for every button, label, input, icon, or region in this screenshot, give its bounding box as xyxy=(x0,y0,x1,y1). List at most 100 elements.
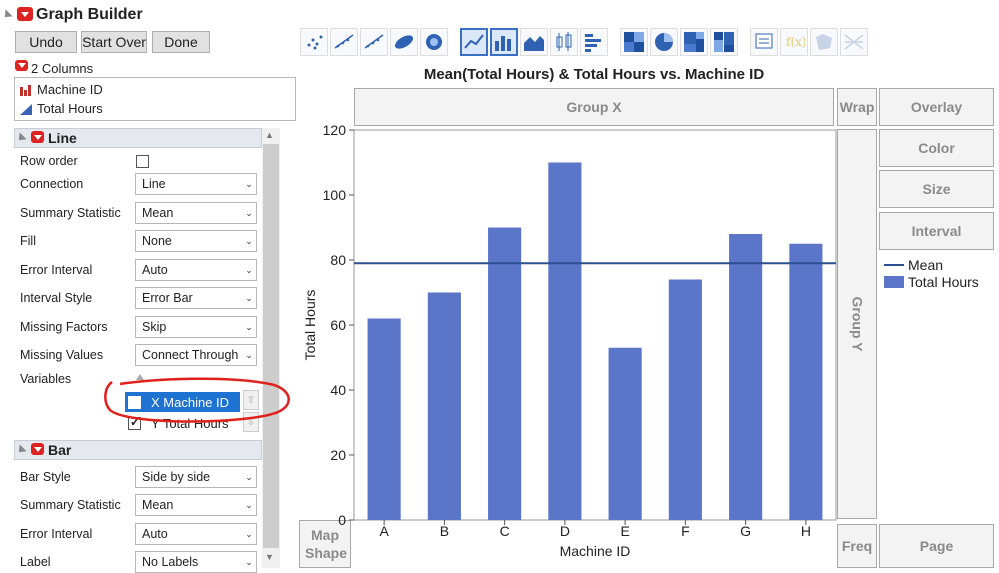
box-plot-icon[interactable] xyxy=(550,28,578,56)
line-of-fit-icon[interactable] xyxy=(360,28,388,56)
collapse-triangle-icon[interactable] xyxy=(15,444,27,456)
chevron-down-icon: ⌄ xyxy=(245,264,253,275)
y-tick-label: 0 xyxy=(338,512,346,528)
summary-statistic-select[interactable]: Mean ⌄ xyxy=(135,202,257,224)
line-panel-header[interactable]: Line xyxy=(14,128,262,148)
plot-area xyxy=(353,129,837,521)
freq-zone[interactable]: Freq xyxy=(837,524,877,568)
x-tick-label: E xyxy=(620,523,629,539)
bar-b xyxy=(427,292,461,520)
legend-bar-swatch xyxy=(884,275,904,288)
chevron-down-icon: ⌄ xyxy=(245,292,253,303)
color-zone[interactable]: Color xyxy=(879,129,994,167)
formula-icon[interactable]: f(x) xyxy=(780,28,808,56)
smoother-icon[interactable] xyxy=(330,28,358,56)
red-menu-icon[interactable] xyxy=(17,7,33,21)
columns-header: 2 Columns xyxy=(31,61,94,76)
line-panel-title: Line xyxy=(48,130,77,146)
x-tick-label: B xyxy=(440,523,449,539)
bar-g xyxy=(729,234,763,520)
line-icon[interactable] xyxy=(460,28,488,56)
missing-factors-label: Missing Factors xyxy=(20,320,108,334)
collapse-triangle-icon[interactable] xyxy=(15,132,27,144)
parallel-icon[interactable] xyxy=(840,28,868,56)
error-interval-label: Error Interval xyxy=(20,263,93,277)
error-interval-select[interactable]: Auto ⌄ xyxy=(135,259,257,281)
wrap-zone[interactable]: Wrap xyxy=(837,88,877,126)
chart-title: Mean(Total Hours) & Total Hours vs. Mach… xyxy=(423,66,765,83)
missing-values-select[interactable]: Connect Through ⌄ xyxy=(135,344,257,366)
columns-list: Machine ID Total Hours xyxy=(14,77,296,121)
bar-c xyxy=(488,227,522,520)
row-order-label: Row order xyxy=(20,154,78,168)
red-annotation-circle xyxy=(104,377,290,423)
column-item[interactable]: Total Hours xyxy=(19,101,103,116)
bar-chart: 0 20 40 60 80 100 120 A B C D E F G H Machine ID Total H… xyxy=(302,122,837,559)
ellipse-icon[interactable] xyxy=(390,28,418,56)
row-order-checkbox[interactable] xyxy=(136,155,149,168)
group-y-zone[interactable]: Group Y xyxy=(837,129,877,519)
interval-style-select[interactable]: Error Bar ⌄ xyxy=(135,287,257,309)
x-tick-label: H xyxy=(801,523,811,539)
bar-f xyxy=(668,279,702,520)
start-over-button[interactable]: Start Over xyxy=(81,31,147,53)
caption-box-icon[interactable] xyxy=(750,28,778,56)
nominal-bar-icon xyxy=(20,84,31,96)
points-icon[interactable] xyxy=(300,28,328,56)
app-title: Graph Builder xyxy=(36,6,143,23)
bar-summary-statistic-select[interactable]: Mean ⌄ xyxy=(135,494,257,516)
options-scrollbar[interactable]: ▲ ▼ xyxy=(262,128,280,568)
legend-item-total-hours: Total Hours xyxy=(884,273,979,290)
x-tick-label: C xyxy=(500,523,510,539)
missing-values-label: Missing Values xyxy=(20,348,104,362)
size-zone[interactable]: Size xyxy=(879,170,994,208)
overlay-zone[interactable]: Overlay xyxy=(879,88,994,126)
treemap-icon[interactable] xyxy=(680,28,708,56)
area-icon[interactable] xyxy=(520,28,548,56)
done-button[interactable]: Done xyxy=(152,31,210,53)
scrollbar-thumb[interactable] xyxy=(263,144,279,548)
chevron-down-icon: ⌄ xyxy=(245,235,253,246)
interval-zone[interactable]: Interval xyxy=(879,212,994,250)
legend-line-swatch xyxy=(884,263,904,266)
red-menu-icon[interactable] xyxy=(31,131,44,143)
svg-text:f(x): f(x) xyxy=(786,35,805,49)
page-zone[interactable]: Page xyxy=(879,524,994,568)
x-tick-label: F xyxy=(681,523,690,539)
bar-error-interval-label: Error Interval xyxy=(20,527,93,541)
bar-h xyxy=(789,243,823,520)
map-shapes-icon[interactable] xyxy=(810,28,838,56)
missing-factors-select[interactable]: Skip ⌄ xyxy=(135,316,257,338)
chevron-down-icon: ⌄ xyxy=(245,178,253,189)
chevron-down-icon: ⌄ xyxy=(245,528,253,539)
y-tick-label: 120 xyxy=(323,122,347,138)
histogram-icon[interactable] xyxy=(580,28,608,56)
undo-button[interactable]: Undo xyxy=(15,31,77,53)
heatmap-icon[interactable] xyxy=(620,28,648,56)
y-tick-label: 80 xyxy=(330,252,346,268)
bar-summary-statistic-label: Summary Statistic xyxy=(20,498,121,512)
bar-a xyxy=(367,318,401,520)
chevron-down-icon: ⌄ xyxy=(245,207,253,218)
pie-icon[interactable] xyxy=(650,28,678,56)
column-item[interactable]: Machine ID xyxy=(19,82,103,97)
connection-select[interactable]: Line ⌄ xyxy=(135,173,257,195)
columns-menu-icon[interactable] xyxy=(15,60,28,71)
bar-d xyxy=(548,162,582,520)
bar-icon[interactable] xyxy=(490,28,518,56)
contour-icon[interactable] xyxy=(420,28,448,56)
y-axis-label: Total Hours xyxy=(302,290,318,361)
red-menu-icon[interactable] xyxy=(31,443,44,455)
bar-panel-header[interactable]: Bar xyxy=(14,440,262,460)
chevron-down-icon: ⌄ xyxy=(245,349,253,360)
y-tick-label: 20 xyxy=(330,447,346,463)
collapse-triangle-icon[interactable] xyxy=(1,8,13,23)
mosaic-icon[interactable] xyxy=(710,28,738,56)
fill-select[interactable]: None ⌄ xyxy=(135,230,257,252)
bar-error-interval-select[interactable]: Auto ⌄ xyxy=(135,523,257,545)
bar-bar-style-select[interactable]: Side by side ⌄ xyxy=(135,466,257,488)
x-axis-label: Machine ID xyxy=(560,543,631,559)
legend: Mean Total Hours xyxy=(884,256,979,290)
x-tick-label: G xyxy=(740,523,751,539)
bar-label-label: Label xyxy=(20,555,51,569)
